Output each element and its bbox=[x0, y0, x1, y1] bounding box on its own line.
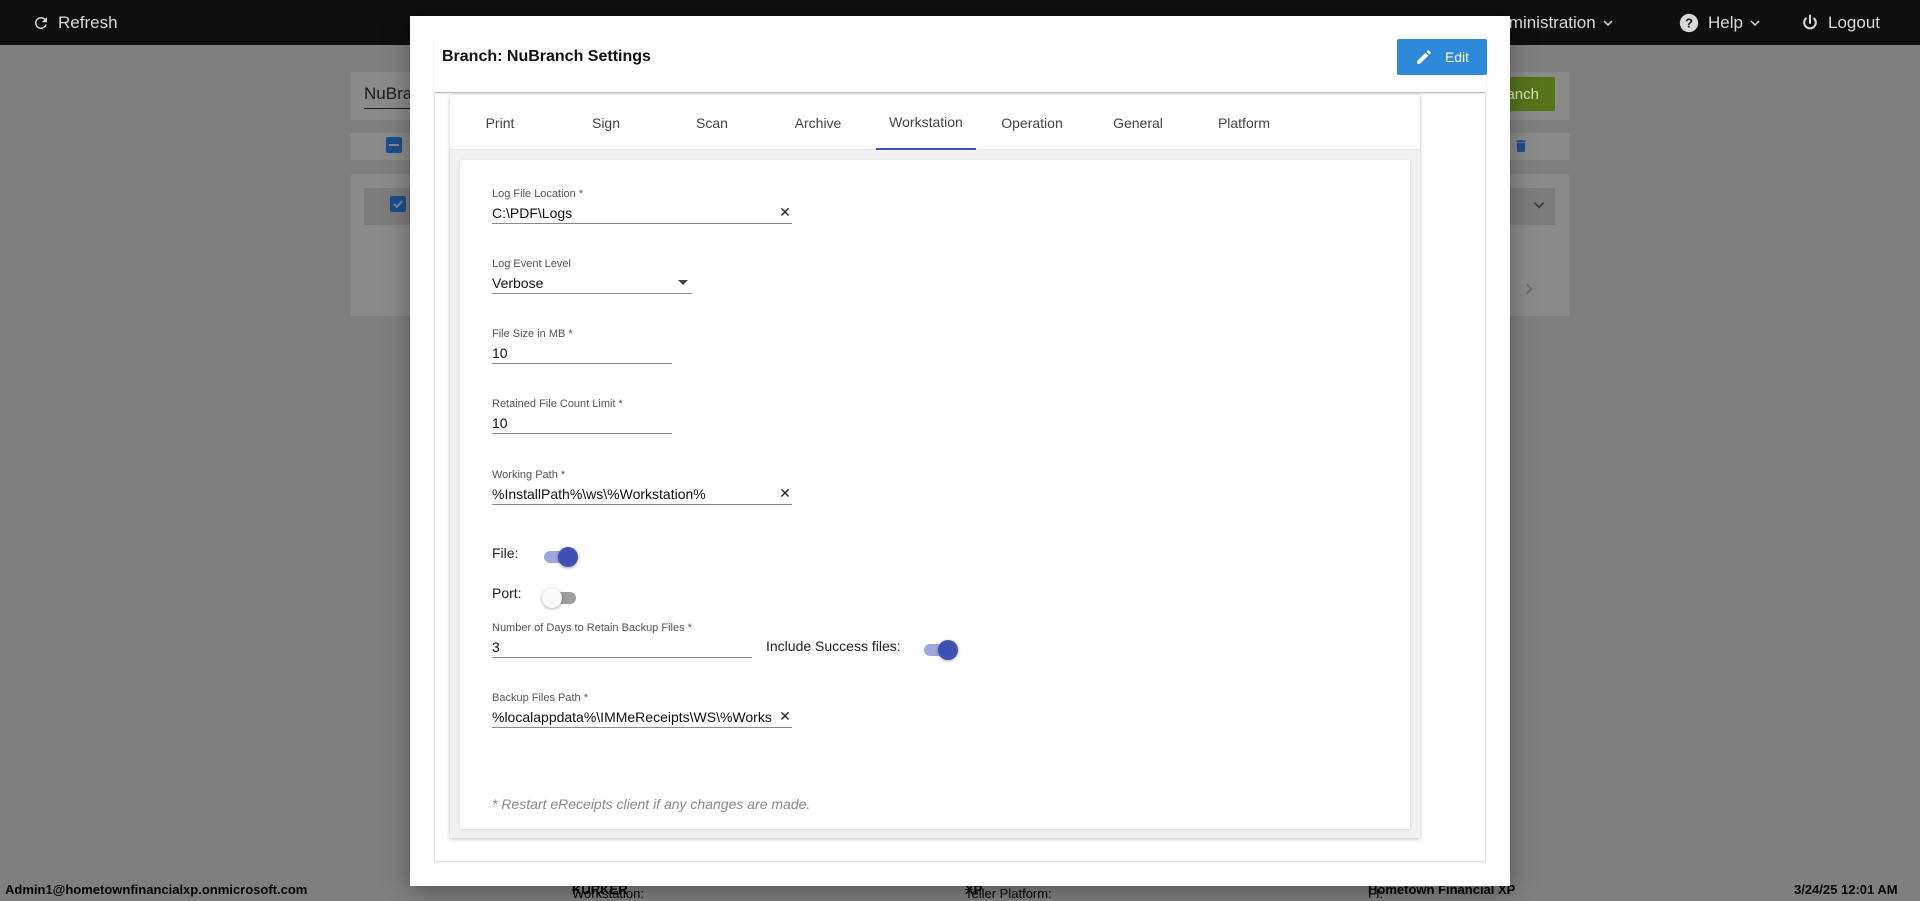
power-icon bbox=[1803, 14, 1817, 29]
file-size-label: File Size in MB * bbox=[492, 328, 573, 340]
settings-card: Print Sign Scan Archive Workstation Oper… bbox=[450, 95, 1420, 838]
tab-workstation[interactable]: Workstation bbox=[876, 95, 976, 150]
toggle-thumb bbox=[542, 588, 562, 608]
log-event-level-label: Log Event Level bbox=[492, 258, 571, 270]
backup-days-field[interactable]: 3 bbox=[492, 636, 752, 658]
port-toggle[interactable] bbox=[542, 588, 578, 608]
clear-icon[interactable]: ✕ bbox=[778, 204, 792, 221]
chevron-down-icon bbox=[1750, 19, 1760, 26]
chevron-down-icon bbox=[1603, 19, 1613, 26]
tab-general[interactable]: General bbox=[1088, 95, 1188, 150]
status-user: Admin1@hometownfinancialxp.onmicrosoft.c… bbox=[5, 882, 308, 897]
workstation-form: Log File Location * C:\PDF\Logs ✕ Log Ev… bbox=[460, 160, 1410, 829]
dialog-title: Branch: NuBranch Settings bbox=[442, 48, 651, 65]
refresh-button[interactable]: Refresh bbox=[32, 0, 118, 45]
backup-path-value: %localappdata%\IMMeReceipts\WS\%Works bbox=[492, 708, 772, 725]
tab-platform[interactable]: Platform bbox=[1194, 95, 1294, 150]
tab-sign[interactable]: Sign bbox=[556, 95, 656, 150]
retained-count-value: 10 bbox=[492, 414, 508, 431]
status-workstation-label: Workstation: bbox=[572, 886, 645, 901]
tab-print[interactable]: Print bbox=[450, 95, 550, 150]
chevron-down-icon[interactable] bbox=[1532, 198, 1546, 217]
branch-settings-dialog: Branch: NuBranch Settings Edit Print Sig… bbox=[410, 16, 1510, 886]
log-file-location-value: C:\PDF\Logs bbox=[492, 204, 573, 221]
log-file-location-field[interactable]: C:\PDF\Logs ✕ bbox=[492, 202, 792, 224]
status-fi-label: FI: bbox=[1368, 886, 1384, 901]
toggle-thumb bbox=[938, 640, 958, 660]
dropdown-caret-icon bbox=[678, 280, 688, 285]
row-checkbox[interactable] bbox=[390, 196, 406, 212]
clear-icon[interactable]: ✕ bbox=[778, 485, 792, 502]
status-datetime: 3/24/25 12:01 AM bbox=[1794, 882, 1898, 897]
port-toggle-label: Port: bbox=[492, 585, 522, 601]
log-event-level-value: Verbose bbox=[492, 274, 544, 291]
edit-button[interactable]: Edit bbox=[1397, 39, 1487, 75]
help-menu[interactable]: ? Help bbox=[1678, 0, 1761, 45]
file-size-field[interactable]: 10 bbox=[492, 342, 672, 364]
tab-scan[interactable]: Scan bbox=[662, 95, 762, 150]
retained-count-field[interactable]: 10 bbox=[492, 412, 672, 434]
toggle-thumb bbox=[558, 547, 578, 567]
file-toggle[interactable] bbox=[542, 547, 578, 567]
status-teller-label: Teller Platform: bbox=[965, 886, 1052, 901]
pencil-icon bbox=[1417, 50, 1431, 64]
select-all-checkbox[interactable] bbox=[386, 137, 402, 153]
restart-note: * Restart eReceipts client if any change… bbox=[492, 796, 811, 812]
include-success-toggle[interactable] bbox=[922, 640, 958, 660]
retained-count-label: Retained File Count Limit * bbox=[492, 398, 623, 410]
file-toggle-label: File: bbox=[492, 545, 519, 561]
backup-days-value: 3 bbox=[492, 638, 500, 655]
tab-archive[interactable]: Archive bbox=[768, 95, 868, 150]
tab-operation[interactable]: Operation bbox=[982, 95, 1082, 150]
backup-path-field[interactable]: %localappdata%\IMMeReceipts\WS\%Works ✕ bbox=[492, 706, 792, 728]
file-size-value: 10 bbox=[492, 344, 508, 361]
settings-tabs: Print Sign Scan Archive Workstation Oper… bbox=[450, 95, 1420, 150]
include-success-label: Include Success files: bbox=[766, 638, 901, 654]
chevron-right-icon[interactable] bbox=[1522, 280, 1536, 303]
branch-search-input[interactable]: NuBra bbox=[364, 84, 412, 104]
help-icon: ? bbox=[1679, 13, 1699, 32]
svg-text:?: ? bbox=[1685, 15, 1693, 30]
log-file-location-label: Log File Location * bbox=[492, 188, 584, 200]
working-path-field[interactable]: %InstallPath%\ws\%Workstation% ✕ bbox=[492, 483, 792, 505]
delete-icon[interactable] bbox=[1513, 137, 1529, 160]
working-path-value: %InstallPath%\ws\%Workstation% bbox=[492, 485, 706, 502]
backup-path-label: Backup Files Path * bbox=[492, 692, 588, 704]
backup-days-label: Number of Days to Retain Backup Files * bbox=[492, 622, 692, 634]
logout-button[interactable]: Logout bbox=[1800, 0, 1880, 45]
edit-label: Edit bbox=[1444, 49, 1470, 65]
working-path-label: Working Path * bbox=[492, 469, 566, 481]
refresh-icon bbox=[34, 16, 47, 29]
refresh-label: Refresh bbox=[58, 12, 118, 32]
help-label: Help bbox=[1708, 12, 1743, 32]
log-event-level-select[interactable]: Verbose bbox=[492, 272, 692, 294]
add-branch-label: anch bbox=[1506, 85, 1539, 103]
logout-label: Logout bbox=[1828, 12, 1880, 32]
clear-icon[interactable]: ✕ bbox=[778, 708, 792, 725]
